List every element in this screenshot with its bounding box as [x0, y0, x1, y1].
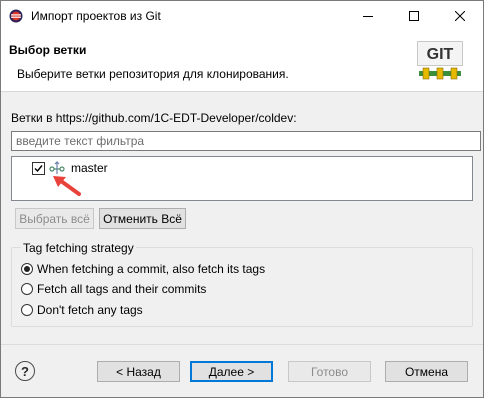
- page-description: Выберите ветки репозитория для клонирова…: [17, 67, 289, 81]
- tag-fetching-title: Tag fetching strategy: [21, 241, 136, 255]
- maximize-icon: [409, 11, 419, 21]
- tag-option-fetch-commit-tags[interactable]: When fetching a commit, also fetch its t…: [21, 262, 265, 276]
- minimize-button[interactable]: [345, 1, 391, 31]
- tag-option-label: When fetching a commit, also fetch its t…: [37, 262, 266, 276]
- back-button[interactable]: < Назад: [97, 361, 180, 382]
- close-button[interactable]: [437, 1, 483, 31]
- deselect-all-button[interactable]: Отменить Всё: [99, 208, 186, 229]
- tag-option-no-tags[interactable]: Don't fetch any tags: [21, 303, 143, 317]
- branches-label: Ветки в https://github.com/1C-EDT-Develo…: [11, 111, 297, 125]
- radio-button[interactable]: [21, 304, 33, 316]
- git-logo-text: GIT: [427, 46, 454, 63]
- finish-button[interactable]: Готово: [288, 361, 371, 382]
- tag-option-label: Don't fetch any tags: [37, 303, 143, 317]
- close-icon: [455, 11, 465, 21]
- branch-filter-input[interactable]: [11, 131, 481, 151]
- page-title: Выбор ветки: [9, 43, 87, 57]
- eclipse-app-icon: [9, 9, 23, 23]
- radio-button[interactable]: [21, 263, 33, 275]
- wizard-header: Выбор ветки Выберите ветки репозитория д…: [1, 31, 483, 92]
- radio-button[interactable]: [21, 283, 33, 295]
- help-icon[interactable]: ?: [15, 361, 35, 381]
- next-button[interactable]: Далее >: [190, 361, 273, 382]
- branch-checkbox[interactable]: [32, 161, 45, 175]
- footer-divider: [1, 344, 483, 345]
- select-all-button[interactable]: Выбрать всё: [15, 208, 94, 229]
- title-bar: Импорт проектов из Git: [1, 1, 483, 31]
- tag-option-fetch-all-tags[interactable]: Fetch all tags and their commits: [21, 282, 206, 296]
- tag-option-label: Fetch all tags and their commits: [37, 282, 207, 296]
- maximize-button[interactable]: [391, 1, 437, 31]
- import-wizard-window: Импорт проектов из Git Выбор ветки Выбер…: [0, 0, 484, 398]
- checkmark-icon: [34, 164, 43, 172]
- annotation-arrow-icon: [53, 176, 81, 196]
- git-logo-icon: GIT: [417, 41, 463, 80]
- window-title: Импорт проектов из Git: [31, 9, 161, 23]
- minimize-icon: [363, 16, 373, 17]
- cancel-button[interactable]: Отмена: [385, 361, 468, 382]
